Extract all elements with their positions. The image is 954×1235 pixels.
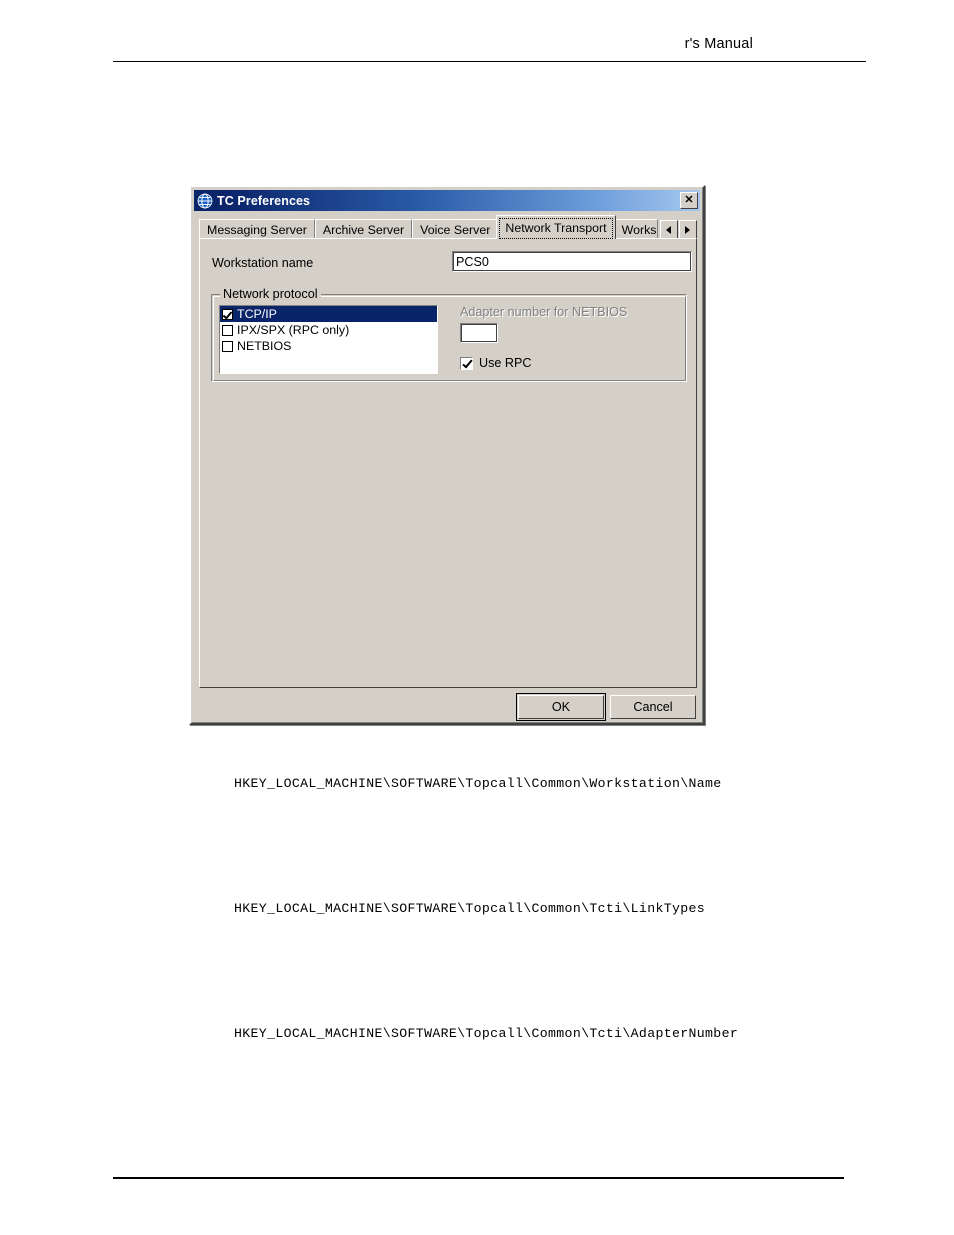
checkbox-icon[interactable] [222, 308, 233, 320]
footer-rule [113, 1177, 844, 1179]
list-item-label: TCP/IP [237, 307, 277, 321]
protocol-listbox[interactable]: TCP/IP IPX/SPX (RPC only) NETBIOS [219, 305, 438, 374]
header-rule [113, 61, 866, 62]
list-item-label: NETBIOS [237, 339, 292, 353]
header-title: r's Manual [684, 36, 753, 52]
list-item[interactable]: IPX/SPX (RPC only) [220, 322, 437, 338]
chevron-left-icon [666, 225, 671, 234]
checkbox-icon[interactable] [222, 340, 233, 352]
list-item[interactable]: TCP/IP [220, 306, 437, 322]
globe-icon [197, 193, 213, 208]
tab-voice-server[interactable]: Voice Server [412, 219, 499, 239]
close-icon: ✕ [684, 194, 694, 206]
document-header: r's Manual [113, 36, 866, 66]
checkbox-icon[interactable] [222, 324, 233, 336]
workstation-name-label: Workstation name [212, 256, 314, 270]
network-protocol-group: Network protocol TCP/IP IPX/SPX (RPC onl… [211, 287, 687, 382]
registry-path-adapter-number: HKEY_LOCAL_MACHINE\SOFTWARE\Topcall\Comm… [234, 1026, 739, 1041]
adapter-number-input[interactable] [460, 323, 498, 343]
network-protocol-group-title: Network protocol [220, 287, 321, 301]
close-button[interactable]: ✕ [680, 192, 698, 209]
tab-label: Archive Server [322, 222, 405, 237]
use-rpc-label: Use RPC [479, 356, 532, 370]
tab-scroll-buttons [659, 219, 697, 239]
tab-label: Network Transport [505, 220, 607, 235]
tab-messaging-server[interactable]: Messaging Server [199, 219, 315, 239]
tab-scroll-right-button[interactable] [678, 220, 697, 239]
registry-path-link-types: HKEY_LOCAL_MACHINE\SOFTWARE\Topcall\Comm… [234, 901, 706, 916]
cancel-button[interactable]: Cancel [610, 695, 696, 719]
workstation-name-input[interactable]: PCS0 [452, 251, 692, 272]
checkbox-icon[interactable] [460, 356, 473, 370]
dialog-title: TC Preferences [217, 193, 311, 208]
ok-button[interactable]: OK [516, 693, 606, 721]
tab-strip: Messaging Server Archive Server Voice Se… [199, 215, 697, 239]
adapter-number-label: Adapter number for NETBIOS [460, 305, 628, 319]
chevron-right-icon [685, 225, 690, 234]
tab-label: Voice Server [420, 222, 491, 237]
use-rpc-checkbox[interactable]: Use RPC [460, 356, 531, 370]
list-item[interactable]: NETBIOS [220, 338, 437, 354]
tab-workstation[interactable]: Works [613, 219, 658, 239]
tc-preferences-dialog: TC Preferences ✕ Messaging Server Archiv… [189, 185, 705, 725]
registry-path-workstation-name: HKEY_LOCAL_MACHINE\SOFTWARE\Topcall\Comm… [234, 776, 722, 791]
tab-scroll-left-button[interactable] [659, 220, 678, 239]
tab-label: Messaging Server [207, 222, 307, 237]
dialog-titlebar: TC Preferences ✕ [194, 190, 700, 211]
tab-network-transport[interactable]: Network Transport [496, 215, 616, 239]
tab-archive-server[interactable]: Archive Server [314, 219, 413, 239]
tab-page-network-transport: Workstation name PCS0 Network protocol T… [199, 238, 697, 688]
list-item-label: IPX/SPX (RPC only) [237, 323, 350, 337]
tab-label: Works [621, 222, 657, 237]
